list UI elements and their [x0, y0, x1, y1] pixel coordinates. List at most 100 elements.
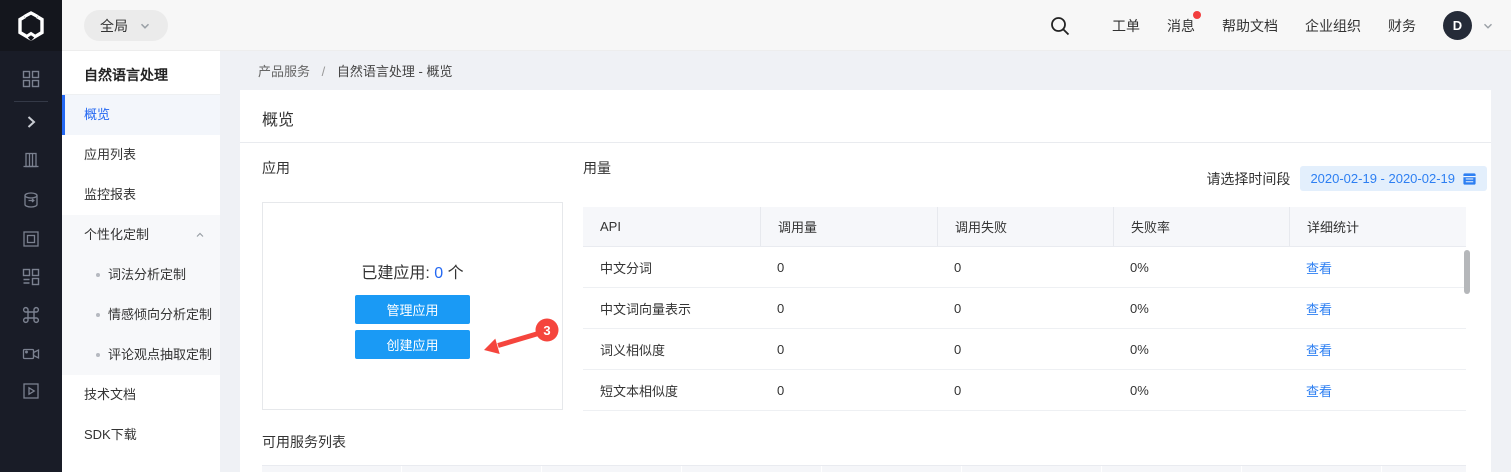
date-range-picker[interactable]: 2020-02-19 - 2020-02-19 [1300, 166, 1487, 191]
created-apps-unit: 个 [447, 265, 464, 282]
sidebar-item-app-list[interactable]: 应用列表 [62, 135, 220, 175]
usage-section-title: 用量 [583, 160, 611, 176]
chevron-down-icon [140, 23, 150, 29]
sidebar-item-sentiment-custom[interactable]: 情感倾向分析定制 [62, 295, 220, 335]
table-scrollbar[interactable] [1464, 250, 1470, 294]
create-app-button[interactable]: 创建应用 [355, 330, 470, 359]
nav-tickets[interactable]: 工单 [1112, 16, 1140, 36]
date-picker-label: 请选择时间段 [1206, 170, 1291, 187]
view-link[interactable]: 查看 [1306, 381, 1332, 400]
sidebar: 自然语言处理 概览 应用列表 监控报表 个性化定制 词法分析定制 情感倾向分析定… [62, 51, 220, 472]
bullet-icon [96, 353, 100, 357]
sidebar-group-header[interactable]: 个性化定制 [62, 215, 220, 255]
table-row: 中文词向量表示 0 0 0% 查看 [583, 288, 1466, 329]
created-apps-count: 0 [434, 265, 444, 282]
breadcrumb-products[interactable]: 产品服务 [258, 64, 310, 79]
avatar[interactable]: D [1443, 11, 1472, 40]
apps-panel: 已建应用: 0 个 管理应用 创建应用 [262, 202, 563, 410]
col-api: API [600, 219, 621, 234]
col-detail-stats: 详细统计 [1289, 207, 1466, 246]
date-picker-row: 请选择时间段 2020-02-19 - 2020-02-19 [1206, 166, 1487, 191]
nav-help-docs[interactable]: 帮助文档 [1222, 16, 1278, 36]
breadcrumb: 产品服务 / 自然语言处理 - 概览 [258, 51, 452, 90]
sidebar-item-comment-extract-custom[interactable]: 评论观点抽取定制 [62, 335, 220, 375]
rail-divider [14, 101, 48, 102]
icon-rail [0, 51, 62, 472]
products-grid-icon[interactable] [22, 70, 40, 88]
cell-api: 短文本相似度 [600, 383, 679, 399]
cell-failure-rate: 0% [1130, 382, 1149, 398]
frame-icon[interactable] [22, 230, 40, 248]
cell-failures: 0 [954, 259, 962, 275]
page-title: 概览 [240, 90, 1491, 143]
brand-logo[interactable] [0, 0, 62, 51]
sidebar-group-label: 个性化定制 [84, 227, 150, 242]
col-failure-rate: 失败率 [1113, 207, 1289, 246]
sidebar-item-sdk-download[interactable]: SDK下载 [62, 415, 220, 455]
scope-selector[interactable]: 全局 [84, 10, 168, 41]
calendar-icon [1463, 173, 1476, 185]
sidebar-item-lexical-custom[interactable]: 词法分析定制 [62, 255, 220, 295]
cell-failures: 0 [954, 382, 962, 398]
sidebar-item-monitor-report[interactable]: 监控报表 [62, 175, 220, 215]
nav-messages[interactable]: 消息 [1167, 10, 1201, 36]
building-icon[interactable] [22, 151, 40, 169]
cell-failure-rate: 0% [1130, 300, 1149, 316]
chevron-right-icon[interactable] [22, 113, 40, 131]
nav-enterprise-org[interactable]: 企业组织 [1305, 16, 1361, 36]
cell-failure-rate: 0% [1130, 259, 1149, 275]
view-link[interactable]: 查看 [1306, 299, 1332, 318]
col-calls: 调用量 [760, 207, 937, 246]
cell-api: 中文词向量表示 [600, 301, 692, 317]
unread-badge [1193, 10, 1201, 19]
database-sync-icon[interactable] [22, 191, 40, 209]
manage-app-button[interactable]: 管理应用 [355, 295, 470, 324]
cell-failures: 0 [954, 300, 962, 316]
cell-calls: 0 [777, 259, 785, 275]
cell-api: 中文分词 [600, 260, 653, 276]
bullet-icon [96, 273, 100, 277]
created-apps-label: 已建应用: [361, 265, 430, 282]
table-row: 短文本相似度 0 0 0% 查看 [583, 370, 1466, 411]
breadcrumb-current: 自然语言处理 - 概览 [336, 64, 453, 79]
view-link[interactable]: 查看 [1306, 258, 1332, 277]
table-row: 中文分词 0 0 0% 查看 [583, 247, 1466, 288]
cell-calls: 0 [777, 382, 785, 398]
grid-alt-icon[interactable] [22, 268, 40, 286]
table-row: 词义相似度 0 0 0% 查看 [583, 329, 1466, 370]
cell-calls: 0 [777, 300, 785, 316]
date-range-value: 2020-02-19 - 2020-02-19 [1310, 171, 1455, 186]
services-section-title: 可用服务列表 [262, 434, 346, 450]
console-page: 全局 工单 消息 帮助文档 企业组织 财务 D 自然语言处理 概览 应用列表 监… [0, 0, 1511, 472]
sub-item-label: 评论观点抽取定制 [108, 347, 213, 362]
search-icon[interactable] [1049, 15, 1071, 37]
cell-failure-rate: 0% [1130, 341, 1149, 357]
col-failures: 调用失败 [937, 207, 1113, 246]
avatar-chevron-down-icon[interactable] [1481, 19, 1495, 33]
camera-icon[interactable] [22, 345, 40, 363]
cell-calls: 0 [777, 341, 785, 357]
command-icon[interactable] [22, 306, 40, 324]
usage-table-header: API 调用量 调用失败 失败率 详细统计 [583, 207, 1466, 247]
scope-label: 全局 [100, 17, 128, 34]
services-table-peek [262, 465, 1466, 472]
main-card: 概览 应用 已建应用: 0 个 管理应用 创建应用 用量 请选择时间段 2020… [240, 90, 1491, 472]
apps-section-title: 应用 [262, 160, 290, 176]
nav-messages-label: 消息 [1167, 17, 1195, 34]
sub-item-label: 词法分析定制 [108, 267, 187, 282]
nav-finance[interactable]: 财务 [1388, 16, 1416, 36]
breadcrumb-separator: / [321, 64, 326, 79]
sidebar-group-customization: 个性化定制 词法分析定制 情感倾向分析定制 评论观点抽取定制 [62, 215, 220, 375]
cell-api: 词义相似度 [600, 342, 666, 358]
view-link[interactable]: 查看 [1306, 340, 1332, 359]
bullet-icon [96, 313, 100, 317]
sidebar-item-overview[interactable]: 概览 [62, 95, 220, 135]
sidebar-item-tech-docs[interactable]: 技术文档 [62, 375, 220, 415]
cloud-logo-icon [18, 9, 44, 41]
top-nav: 工单 消息 帮助文档 企业组织 财务 D [1049, 0, 1495, 51]
created-apps-line: 已建应用: 0 个 [263, 259, 562, 283]
sidebar-title: 自然语言处理 [62, 51, 220, 95]
play-square-icon[interactable] [22, 382, 40, 400]
cell-failures: 0 [954, 341, 962, 357]
chevron-up-icon [196, 232, 204, 237]
